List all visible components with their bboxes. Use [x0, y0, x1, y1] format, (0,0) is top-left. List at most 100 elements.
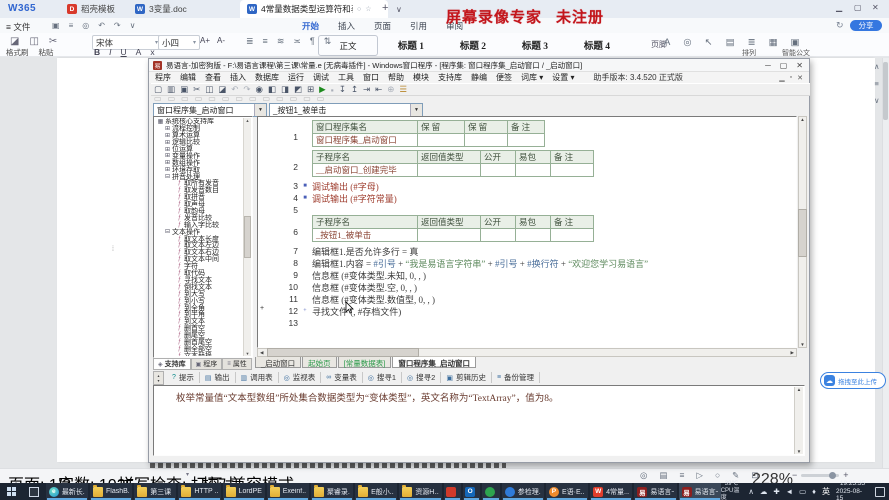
- toolbar-icon[interactable]: A+: [200, 36, 210, 45]
- code-line[interactable]: 11信息框 (#变体类型.数值型, 0, , ): [258, 293, 778, 305]
- chevron-down-icon[interactable]: ▼: [254, 104, 266, 116]
- tab-doc2-active[interactable]: W 4常量数据类型运算符和表达式.DO ○ ☆: [240, 0, 388, 18]
- editor-tab[interactable]: 起始页: [302, 357, 337, 368]
- toolbar-icon[interactable]: ▭: [195, 94, 203, 103]
- toolbar-icon[interactable]: ▪: [331, 85, 334, 95]
- tray-icon[interactable]: ✚: [773, 487, 779, 496]
- toolbar-icon[interactable]: ≣: [748, 37, 756, 48]
- toolbar-icon[interactable]: ≡: [263, 36, 268, 47]
- wps-logo[interactable]: W365: [8, 3, 36, 14]
- toolbar-icon[interactable]: ▣: [52, 21, 60, 30]
- toolbar-icon[interactable]: x: [150, 47, 154, 57]
- code-line[interactable]: 8编辑框1.内容 = #引号 + “我是易语言字符串” + #引号 + #换行符…: [258, 257, 778, 269]
- output-tool[interactable]: ◎监视表: [279, 372, 322, 383]
- code-scrollbar-thumb[interactable]: [798, 209, 807, 257]
- toolbar-icon[interactable]: ▦: [769, 37, 778, 48]
- output-tool[interactable]: ▥调用表: [236, 372, 279, 383]
- toolbar-icon[interactable]: ◎: [82, 21, 89, 30]
- mdi-close-button[interactable]: ✕: [797, 74, 803, 82]
- taskbar-item[interactable]: E般小...: [355, 483, 397, 500]
- toolbar-icon[interactable]: ▷: [696, 470, 703, 481]
- scroll-down-icon[interactable]: ▼: [246, 351, 250, 356]
- toolbar-icon[interactable]: A: [136, 47, 142, 57]
- taskbar-item[interactable]: 易易语言~...: [634, 483, 676, 500]
- toolbar-icon[interactable]: ↷: [114, 21, 121, 30]
- style-chip[interactable]: 标题 2: [444, 35, 502, 54]
- panel-tab[interactable]: ≡属性: [222, 358, 252, 370]
- tree-item[interactable]: ⊞逻辑比较: [155, 139, 244, 146]
- zoom-in-button[interactable]: +: [843, 470, 848, 480]
- scroll-down-icon[interactable]: ▼: [797, 449, 801, 454]
- code-editor[interactable]: 1 窗口程序集名 保 留 保 留 备 注 窗口程序集_启动窗口 2 子程序名 返…: [257, 116, 797, 348]
- document-page-left[interactable]: [57, 58, 148, 462]
- code-line[interactable]: 10信息框 (#变体类型.空, 0, , ): [258, 281, 778, 293]
- output-tool[interactable]: ◎搜寻1: [363, 372, 402, 383]
- file-menu-button[interactable]: ≡ 文件: [6, 21, 30, 33]
- menu-item[interactable]: 支持库: [438, 72, 462, 83]
- toolbar-icon[interactable]: ∨: [874, 96, 880, 105]
- new-tab-button[interactable]: +: [382, 2, 388, 14]
- toolbar-icon[interactable]: ◎: [683, 37, 691, 48]
- code-line[interactable]: 9信息框 (#变体类型.未知, 0, , ): [258, 269, 778, 281]
- toolbar-icon[interactable]: ▭: [276, 94, 284, 103]
- menu-item[interactable]: 调试: [313, 72, 329, 83]
- style-chip[interactable]: 正文: [318, 35, 378, 56]
- wps-minimize-button[interactable]: ▁: [836, 3, 842, 12]
- menu-item[interactable]: 模块: [413, 72, 429, 83]
- toolbar-icon[interactable]: ↶: [98, 21, 105, 30]
- taskbar-item[interactable]: e最新长...: [46, 483, 88, 500]
- mdi-minimize-button[interactable]: ▁: [779, 74, 784, 82]
- scroll-left-icon[interactable]: ◀: [258, 350, 265, 356]
- taskbar-item[interactable]: HTTP ...: [178, 483, 220, 500]
- toolbar-icon[interactable]: ≡: [875, 79, 879, 88]
- ide-maximize-button[interactable]: ▢: [780, 61, 788, 70]
- toolbar-icon[interactable]: ▭: [249, 94, 257, 103]
- taskbar-item[interactable]: [482, 483, 499, 500]
- notification-center-icon[interactable]: [875, 487, 885, 497]
- panel-tab[interactable]: ◈支持库: [153, 358, 191, 370]
- taskbar-item[interactable]: 易易语言~...: [679, 483, 721, 500]
- wps-maximize-button[interactable]: ▢: [854, 3, 862, 12]
- paste-button[interactable]: 粘贴: [39, 47, 54, 58]
- toolbar-icon[interactable]: ▭: [154, 94, 162, 103]
- tree-item[interactable]: ƒ文本替换: [155, 352, 244, 356]
- subroutine-combo[interactable]: _按钮1_被单击▼: [269, 103, 423, 117]
- zoom-track[interactable]: [801, 474, 839, 477]
- code-line[interactable]: 4■调试输出 (#字符常量): [258, 192, 778, 204]
- tab-sync-icon[interactable]: ○: [357, 6, 361, 13]
- output-tool[interactable]: ▣剪辑历史: [441, 372, 492, 383]
- toolbar-icon[interactable]: ∧: [874, 62, 880, 71]
- tray-icon[interactable]: ♦: [812, 487, 816, 496]
- toolbar-icon[interactable]: ◫: [29, 36, 38, 47]
- scroll-down-icon[interactable]: ▼: [800, 342, 804, 347]
- toolbar-icon[interactable]: ▭: [303, 94, 311, 103]
- scroll-up-icon[interactable]: ▲: [246, 118, 250, 123]
- panel-tab[interactable]: ▣程序: [191, 358, 223, 370]
- tray-icon[interactable]: ☁: [760, 487, 768, 496]
- toolbar-icon[interactable]: ▭: [235, 94, 243, 103]
- menu-item[interactable]: 编辑: [180, 72, 196, 83]
- taskbar-item[interactable]: 第三课: [134, 483, 176, 500]
- tray-icon[interactable]: ∧: [748, 487, 754, 496]
- toolbar-icon[interactable]: ✎: [732, 470, 739, 481]
- style-chip[interactable]: 标题 4: [568, 35, 626, 54]
- output-tool[interactable]: ◎搜寻2: [402, 372, 441, 383]
- taskbar-item[interactable]: PE语·E...: [546, 483, 588, 500]
- start-button[interactable]: [0, 483, 24, 500]
- toolbar-icon[interactable]: ▭: [290, 94, 298, 103]
- code-vertical-scrollbar[interactable]: ▲ ▼: [798, 116, 807, 348]
- toolbar-icon[interactable]: ○: [715, 470, 720, 481]
- code-line[interactable]: 7编辑框1.是否允许多行 = 真: [258, 245, 778, 257]
- panel-splitter-buttons[interactable]: ▴▾: [153, 371, 164, 385]
- code-horizontal-scrollbar[interactable]: ◀ ▶: [257, 348, 797, 357]
- toolbar-icon[interactable]: ◎: [640, 470, 647, 481]
- tab-list-dropdown[interactable]: ∨: [396, 5, 402, 14]
- code-line[interactable]: 12+寻找文件 (, #存档文件): [258, 305, 778, 317]
- editor-tab[interactable]: _启动窗口: [255, 357, 301, 368]
- ide-close-button[interactable]: ✕: [796, 61, 803, 70]
- upload-badge[interactable]: ☁ 拖拽至此上传: [820, 372, 886, 389]
- format-painter-button[interactable]: 格式刷: [6, 47, 29, 58]
- style-chip[interactable]: 标题 3: [506, 35, 564, 54]
- hscrollbar-thumb[interactable]: [267, 348, 419, 357]
- tree-scrollbar[interactable]: ▲ ▼: [243, 118, 251, 356]
